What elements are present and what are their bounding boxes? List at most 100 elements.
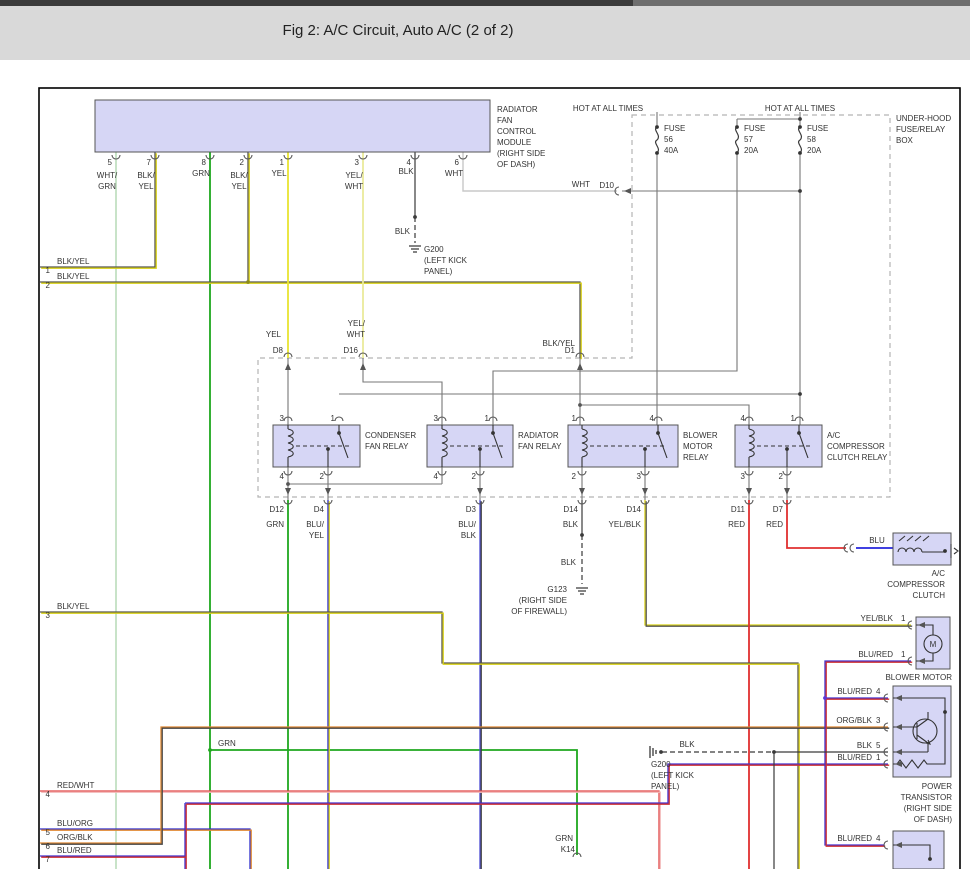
svg-text:1: 1	[901, 650, 906, 659]
ac-compressor-clutch	[893, 533, 958, 565]
wht-label: WHT	[572, 180, 590, 189]
svg-text:RED/WHT: RED/WHT	[57, 781, 94, 790]
left-wire-num: 1	[46, 266, 51, 275]
underhood-box-label: UNDER-HOOD	[896, 114, 951, 123]
svg-text:CLUTCH: CLUTCH	[913, 591, 946, 600]
g200-top-label: G200	[424, 245, 444, 254]
left-wire-label: BLK/YEL	[57, 257, 90, 266]
svg-text:3: 3	[434, 414, 439, 423]
svg-text:(LEFT KICK: (LEFT KICK	[424, 256, 468, 265]
svg-text:3: 3	[46, 611, 51, 620]
svg-text:2: 2	[572, 472, 577, 481]
svg-text:(RIGHT SIDE: (RIGHT SIDE	[519, 596, 567, 605]
d12-label: D12	[269, 505, 284, 514]
relay-name: CONDENSER	[365, 431, 416, 440]
svg-text:BLK/YEL: BLK/YEL	[57, 602, 90, 611]
svg-text:4: 4	[876, 834, 881, 843]
svg-text:(LEFT KICK: (LEFT KICK	[651, 771, 695, 780]
wire-blk-yel-1	[40, 152, 156, 268]
hot-at-all-times-left: HOT AT ALL TIMES	[573, 104, 643, 113]
svg-text:FAN RELAY: FAN RELAY	[518, 442, 562, 451]
fuse-56: FUSE	[664, 124, 685, 133]
svg-text:ORG/BLK: ORG/BLK	[836, 716, 872, 725]
svg-text:GRN: GRN	[192, 169, 210, 178]
hot-at-all-times-right: HOT AT ALL TIMES	[765, 104, 835, 113]
svg-text:YEL/: YEL/	[345, 171, 363, 180]
svg-text:FUSE/RELAY: FUSE/RELAY	[896, 125, 946, 134]
svg-text:BLU/: BLU/	[458, 520, 477, 529]
wire-blu-yel-d4	[328, 500, 329, 869]
radiator-fan-control-module	[95, 100, 490, 152]
svg-text:2: 2	[472, 472, 477, 481]
svg-text:3: 3	[355, 158, 360, 167]
power-transistor-label: POWER	[922, 782, 952, 791]
clutch-label: A/C	[932, 569, 946, 578]
svg-text:YEL: YEL	[271, 169, 287, 178]
svg-text:YEL/BLK: YEL/BLK	[609, 520, 642, 529]
svg-text:BLU/RED: BLU/RED	[858, 650, 893, 659]
svg-text:1: 1	[485, 414, 490, 423]
blu-label: BLU	[869, 536, 885, 545]
svg-text:4: 4	[434, 472, 439, 481]
svg-text:PANEL): PANEL)	[651, 782, 680, 791]
svg-text:BLU/RED: BLU/RED	[837, 834, 872, 843]
svg-text:2: 2	[240, 158, 245, 167]
svg-text:CONTROL: CONTROL	[497, 127, 537, 136]
svg-text:58: 58	[807, 135, 816, 144]
wire-blk-g200-solid	[774, 752, 888, 869]
svg-text:40A: 40A	[664, 146, 679, 155]
svg-text:1: 1	[876, 753, 881, 762]
svg-text:(RIGHT SIDE: (RIGHT SIDE	[904, 804, 952, 813]
svg-text:BLU/RED: BLU/RED	[837, 687, 872, 696]
svg-text:MOTOR: MOTOR	[683, 442, 713, 451]
svg-text:6: 6	[46, 842, 51, 851]
svg-text:5: 5	[876, 741, 881, 750]
svg-text:YEL: YEL	[231, 182, 247, 191]
svg-text:COMPRESSOR: COMPRESSOR	[827, 442, 885, 451]
d11-label: D11	[731, 505, 746, 514]
wire-color-label: WHT/	[97, 171, 118, 180]
svg-text:FAN RELAY: FAN RELAY	[365, 442, 409, 451]
g200-blk-label: BLK	[395, 227, 411, 236]
motor-m: M	[930, 640, 937, 649]
svg-text:56: 56	[664, 135, 673, 144]
svg-text:GRN: GRN	[555, 834, 573, 843]
svg-text:BLU/RED: BLU/RED	[837, 753, 872, 762]
wire-org-blk-6	[40, 727, 889, 844]
d10-label: D10	[599, 181, 614, 190]
svg-text:57: 57	[744, 135, 753, 144]
svg-text:BLK/: BLK/	[137, 171, 155, 180]
svg-text:3: 3	[637, 472, 642, 481]
svg-text:YEL/BLK: YEL/BLK	[861, 614, 894, 623]
svg-text:7: 7	[147, 158, 152, 167]
d16-label: D16	[343, 346, 358, 355]
wire-blu-red-7	[40, 764, 889, 869]
g123-label: G123	[547, 585, 567, 594]
svg-text:GRN: GRN	[98, 182, 116, 191]
svg-text:20A: 20A	[744, 146, 759, 155]
svg-text:3: 3	[741, 472, 746, 481]
svg-text:YEL: YEL	[266, 330, 282, 339]
d8-label: D8	[273, 346, 284, 355]
wire-grn-main	[210, 152, 577, 869]
svg-text:PANEL): PANEL)	[424, 267, 453, 276]
svg-text:RED: RED	[728, 520, 745, 529]
pin-number: 5	[108, 158, 113, 167]
svg-text:BLK: BLK	[563, 520, 579, 529]
svg-text:GRN: GRN	[266, 520, 284, 529]
svg-text:20A: 20A	[807, 146, 822, 155]
svg-text:BLU/ORG: BLU/ORG	[57, 819, 93, 828]
wire-yel-blk-d14	[645, 500, 912, 626]
svg-text:(RIGHT SIDE: (RIGHT SIDE	[497, 149, 545, 158]
svg-text:YEL/: YEL/	[348, 319, 366, 328]
svg-text:ORG/BLK: ORG/BLK	[57, 833, 93, 842]
svg-text:4: 4	[46, 790, 51, 799]
svg-text:BLOWER: BLOWER	[683, 431, 718, 440]
svg-text:BLK: BLK	[398, 167, 414, 176]
k14-label: K14	[561, 845, 576, 854]
d3-label: D3	[466, 505, 477, 514]
wire-blk-yel-2	[40, 152, 581, 359]
svg-text:BLK/YEL: BLK/YEL	[57, 272, 90, 281]
svg-text:WHT: WHT	[445, 169, 463, 178]
svg-text:RADIATOR: RADIATOR	[518, 431, 559, 440]
